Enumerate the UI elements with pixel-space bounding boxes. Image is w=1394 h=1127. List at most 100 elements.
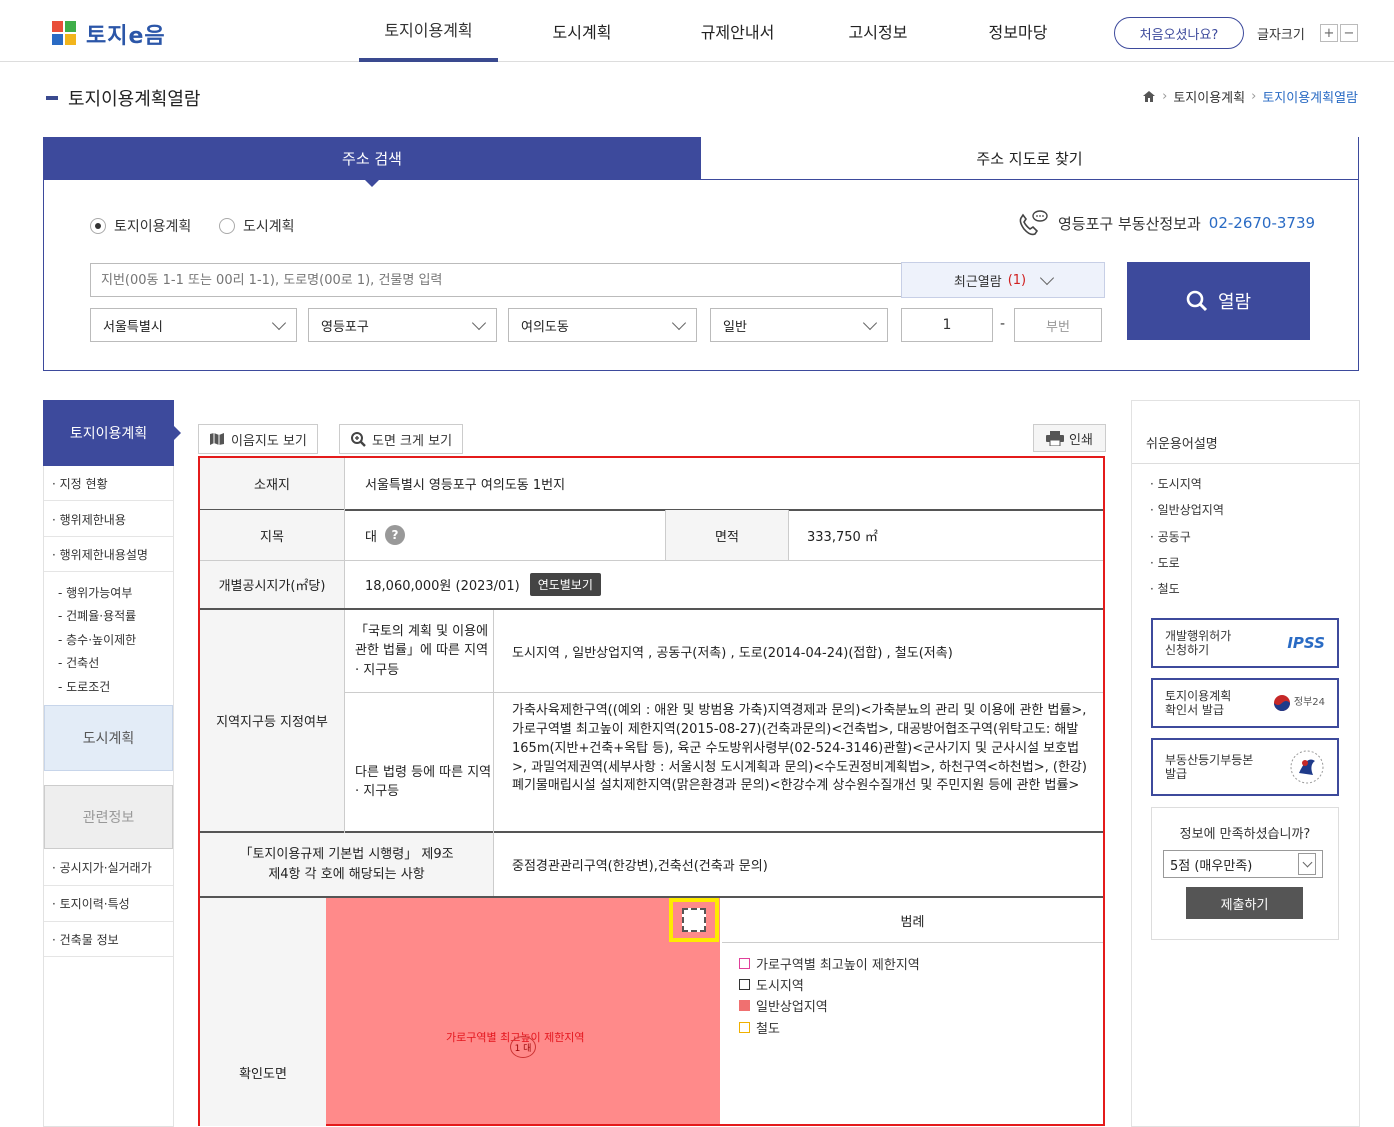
site-logo[interactable]: 토지e음 [52, 18, 166, 50]
first-visit-button[interactable]: 처음오셨나요? [1114, 17, 1244, 49]
legend-item: 도시지역 [739, 975, 804, 994]
radio-city-plan[interactable]: 도시계획 [219, 216, 295, 236]
recent-view-dropdown[interactable]: 최근열람 (1) [901, 262, 1105, 298]
row-divider [722, 942, 1103, 943]
law1-value: 도시지역 , 일반상업지역 , 공동구(저촉) , 도로(2014-04-24)… [512, 645, 953, 661]
legend-swatch-icon [739, 958, 750, 969]
address-search-input[interactable] [90, 263, 902, 297]
col-divider [788, 510, 789, 560]
nav-regulation-guide[interactable]: 규제안내서 [680, 0, 795, 62]
nav-info-plaza[interactable]: 정보마당 [970, 0, 1066, 62]
map-icon [210, 433, 224, 445]
law2-value: 가축사육제한구역((예외 : 애완 및 방범용 가축)지역경제과 문의)<가축분… [512, 703, 1087, 794]
area-label: 면적 [666, 510, 788, 560]
left-submenu-coverage[interactable]: - 건폐율·용적률 [58, 607, 136, 624]
fullscreen-button[interactable] [669, 898, 719, 942]
chevron-down-icon [1040, 270, 1055, 285]
legend-label: 가로구역별 최고높이 제한지역 [756, 958, 920, 973]
breadcrumb-separator: › [1162, 89, 1168, 104]
act-value: 중점경관관리구역(한강변),건축선(건축과 문의) [512, 859, 768, 874]
radio-unchecked-icon[interactable] [219, 218, 235, 234]
left-submenu-height[interactable]: - 층수·높이제한 [58, 631, 136, 648]
open-button[interactable]: 열람 [1127, 262, 1310, 340]
dong-select[interactable]: 여의도동 [508, 308, 697, 342]
survey-score-value: 5점 (매우만족) [1170, 858, 1253, 874]
chevron-down-icon [862, 315, 878, 330]
select-value: 서울특별시 [103, 319, 163, 335]
tab-address-search[interactable]: 주소 검색 [43, 137, 701, 187]
yearly-view-button[interactable]: 연도별보기 [529, 573, 601, 596]
radio-land-use[interactable]: 토지이용계획 [90, 216, 191, 236]
legend-item: 일반상업지역 [739, 996, 828, 1015]
radio-checked-icon[interactable] [90, 218, 106, 234]
legend-label: 일반상업지역 [756, 1000, 828, 1015]
font-decrease-button[interactable]: − [1340, 24, 1358, 42]
phone-call-icon [1019, 210, 1048, 236]
dev-permit-label: 개발행위허가 신청하기 [1165, 628, 1232, 657]
legend-label: 철도 [756, 1022, 780, 1037]
glossary-item[interactable]: · 철도 [1150, 580, 1180, 597]
certificate-label: 토지이용계획 확인서 발급 [1165, 688, 1232, 717]
lot-type-select[interactable]: 일반 [710, 308, 888, 342]
left-submenu-allowed[interactable]: - 행위가능여부 [58, 584, 132, 601]
breadcrumb-separator: › [1251, 89, 1257, 104]
help-icon[interactable]: ? [384, 525, 405, 545]
survey-submit-button[interactable]: 제출하기 [1186, 887, 1303, 919]
left-menu-designation[interactable]: · 지정 현황 [44, 466, 173, 501]
col-divider [344, 458, 345, 608]
left-menu-restriction[interactable]: · 행위제한내용 [44, 502, 173, 537]
glossary-title: 쉬운용어설명 [1146, 437, 1218, 452]
jimok-label: 지목 [200, 510, 344, 560]
chevron-down-icon [271, 315, 287, 330]
left-menu-related-info[interactable]: 관련정보 [44, 785, 173, 849]
left-submenu-building-line[interactable]: - 건축선 [58, 654, 99, 671]
nav-city-plan[interactable]: 도시계획 [530, 0, 634, 62]
sido-select[interactable]: 서울특별시 [90, 308, 297, 342]
bubun-input[interactable]: 부번 [1014, 308, 1102, 342]
print-button[interactable]: 인쇄 [1033, 424, 1106, 452]
bonbun-input[interactable]: 1 [901, 308, 993, 342]
nav-notice-info[interactable]: 고시정보 [830, 0, 926, 62]
chevron-down-icon [1298, 853, 1316, 875]
legend-title: 범례 [900, 914, 925, 930]
zone-label: 지역지구등 지정여부 [200, 610, 344, 831]
map-view-button[interactable]: 이음지도 보기 [198, 424, 318, 454]
enlarge-map-label: 도면 크게 보기 [372, 433, 453, 449]
left-menu-city-plan[interactable]: 도시계획 [44, 705, 173, 771]
left-menu-head[interactable]: 토지이용계획 [43, 400, 181, 466]
glossary-item[interactable]: · 도로 [1150, 554, 1180, 571]
gov24-text: 정부24 [1293, 697, 1325, 708]
location-label: 소재지 [200, 458, 344, 509]
glossary-item[interactable]: · 도시지역 [1150, 475, 1202, 492]
certificate-link[interactable]: 토지이용계획 확인서 발급 정부24 [1151, 678, 1339, 728]
sigungu-select[interactable]: 영등포구 [308, 308, 497, 342]
nav-land-use-plan[interactable]: 토지이용계획 [359, 0, 498, 62]
recent-label: 최근열람 [953, 274, 1002, 290]
radio-label: 토지이용계획 [114, 219, 192, 235]
enlarge-map-button[interactable]: 도면 크게 보기 [339, 424, 464, 454]
left-menu-land-price[interactable]: · 공시지가·실거래가 [44, 850, 173, 886]
select-value: 일반 [723, 319, 747, 335]
left-submenu-road[interactable]: - 도로조건 [58, 678, 110, 695]
left-menu-land-history[interactable]: · 토지이력·특성 [44, 886, 173, 922]
glossary-item[interactable]: · 일반상업지역 [1150, 501, 1224, 518]
breadcrumb-item[interactable]: 토지이용계획 [1173, 87, 1245, 106]
home-icon[interactable] [1142, 90, 1156, 103]
fullscreen-icon [682, 908, 706, 932]
search-icon [1186, 290, 1207, 312]
dev-permit-link[interactable]: 개발행위허가 신청하기 IPSS [1151, 618, 1339, 668]
glossary-item[interactable]: · 공동구 [1150, 528, 1191, 545]
left-menu-building-info[interactable]: · 건축물 정보 [44, 922, 173, 957]
chevron-down-icon [671, 315, 687, 330]
font-increase-button[interactable]: + [1320, 24, 1338, 42]
confirmation-map[interactable] [326, 898, 720, 1124]
map-parcel-label: 1 대 [510, 1036, 536, 1058]
tab-map-search[interactable]: 주소 지도로 찾기 [701, 137, 1358, 180]
print-label: 인쇄 [1069, 432, 1093, 448]
font-size-label: 글자크기 [1257, 28, 1305, 43]
select-value: 영등포구 [321, 319, 369, 335]
phone-number[interactable]: 02-2670-3739 [1209, 214, 1315, 232]
survey-score-select[interactable]: 5점 (매우만족) [1163, 850, 1323, 878]
registry-link[interactable]: 부동산등기부등본 발급 [1151, 738, 1339, 796]
left-menu-restriction-desc[interactable]: · 행위제한내용설명 [44, 538, 173, 572]
